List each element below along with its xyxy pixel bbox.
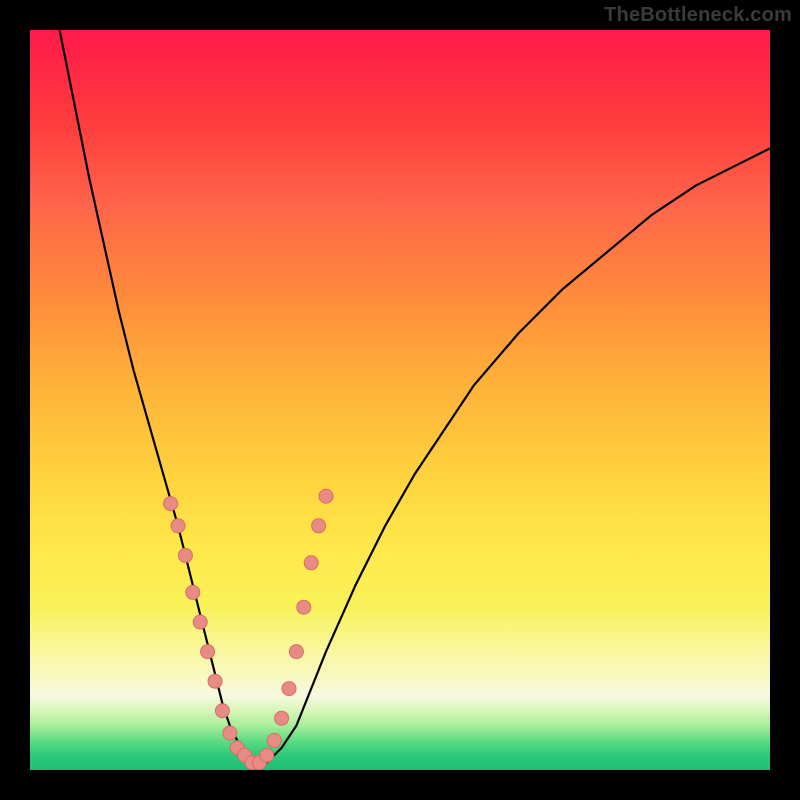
watermark-text: TheBottleneck.com	[604, 4, 792, 27]
curve-marker	[304, 556, 318, 570]
bottleneck-curve	[60, 30, 770, 763]
curve-marker	[186, 585, 200, 599]
curve-marker	[171, 519, 185, 533]
curve-marker	[297, 600, 311, 614]
curve-marker	[260, 748, 274, 762]
curve-marker	[215, 704, 229, 718]
curve-marker	[164, 497, 178, 511]
curve-marker	[275, 711, 289, 725]
curve-marker	[282, 682, 296, 696]
chart-overlay	[30, 30, 770, 770]
curve-marker	[267, 733, 281, 747]
curve-markers	[164, 489, 333, 769]
curve-marker	[201, 645, 215, 659]
chart-frame: TheBottleneck.com	[0, 0, 800, 800]
curve-marker	[312, 519, 326, 533]
curve-marker	[223, 726, 237, 740]
plot-area	[30, 30, 770, 770]
curve-marker	[319, 489, 333, 503]
curve-marker	[208, 674, 222, 688]
curve-marker	[289, 645, 303, 659]
curve-marker	[193, 615, 207, 629]
curve-marker	[178, 548, 192, 562]
